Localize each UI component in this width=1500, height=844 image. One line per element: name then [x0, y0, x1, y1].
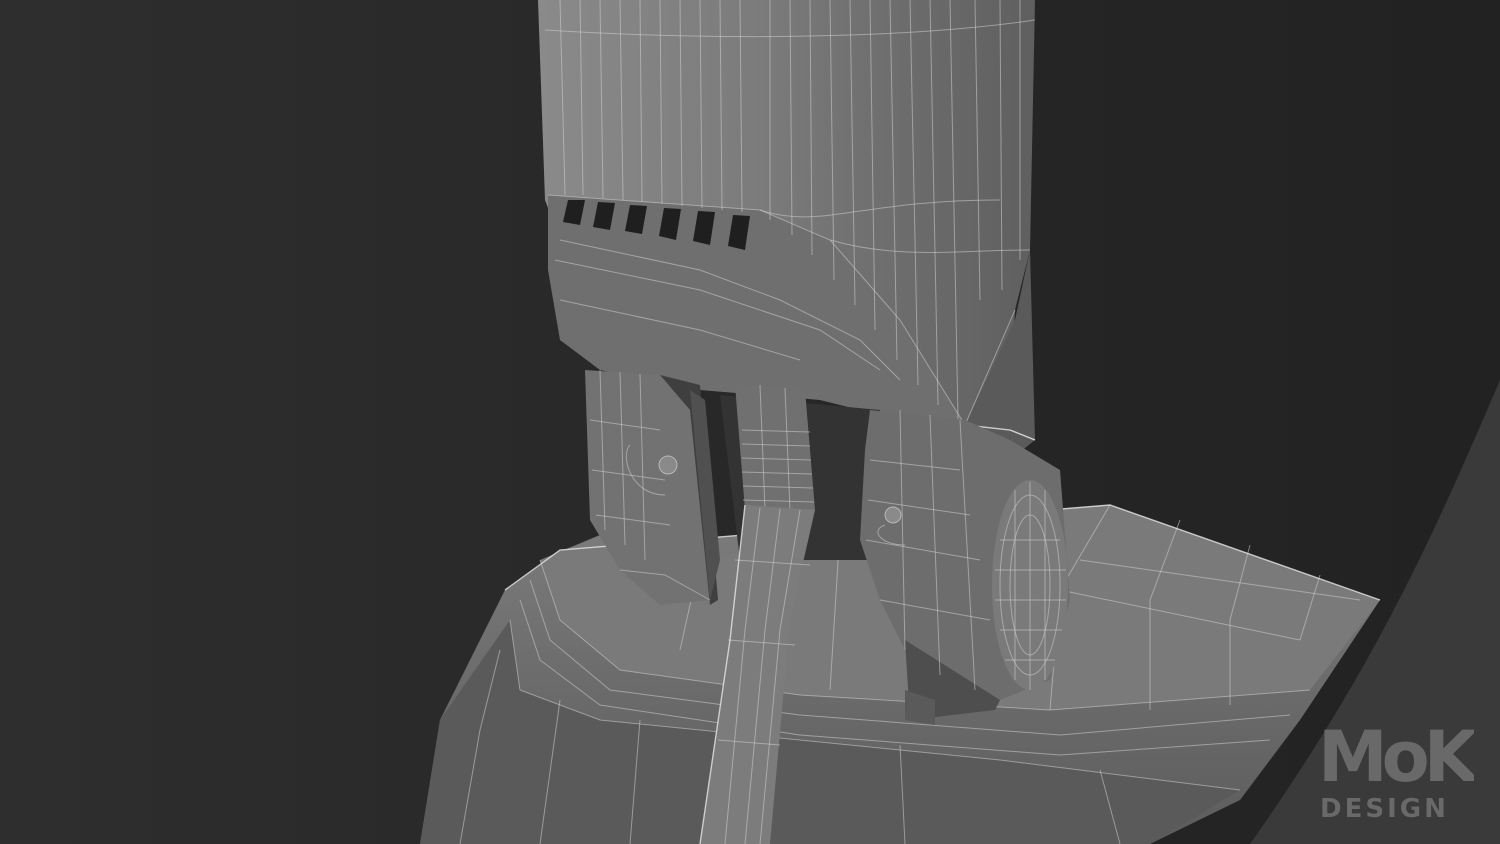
mok-design-logo: MoK DESIGN	[1318, 716, 1474, 822]
watermark-logo: MoK DESIGN	[1314, 707, 1474, 822]
logo-text: MoK	[1318, 716, 1474, 798]
screw-icon	[884, 506, 902, 524]
render-viewport: MoK DESIGN	[0, 0, 1500, 844]
screw-icon	[658, 455, 678, 475]
wireframe-render	[0, 0, 1500, 844]
logo-subtext: DESIGN	[1320, 794, 1449, 822]
